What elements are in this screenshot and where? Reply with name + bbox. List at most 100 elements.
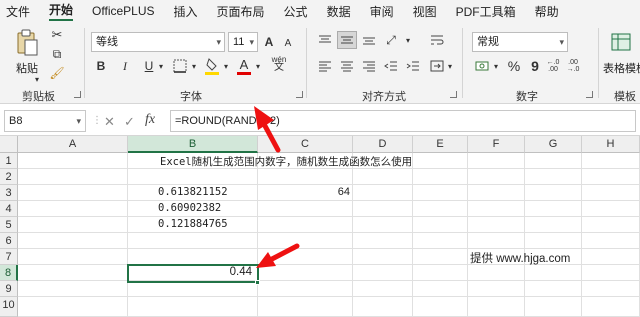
grid-cell[interactable]: [258, 217, 353, 233]
grid-cell[interactable]: [413, 153, 468, 169]
font-color-dropdown-icon[interactable]: ▾: [254, 60, 262, 72]
grid-cell[interactable]: [258, 233, 353, 249]
grid-cell[interactable]: [18, 297, 128, 317]
borders-dropdown-icon[interactable]: ▾: [190, 60, 198, 72]
grid-cell[interactable]: [468, 153, 525, 169]
grid-cell[interactable]: [582, 185, 640, 201]
menu-insert[interactable]: 插入: [174, 3, 198, 20]
format-painter-icon[interactable]: 🖌: [49, 66, 64, 80]
grid-cell[interactable]: [468, 297, 525, 317]
fill-color-dropdown-icon[interactable]: ▾: [222, 60, 230, 72]
grid-cell[interactable]: [582, 281, 640, 297]
copy-icon[interactable]: ⧉: [50, 47, 64, 61]
grid-cell[interactable]: [353, 169, 413, 185]
column-header-h[interactable]: H: [582, 136, 640, 153]
grid-cell[interactable]: [128, 281, 258, 297]
grid-cell[interactable]: [413, 201, 468, 217]
row-header-1[interactable]: 1: [0, 153, 18, 169]
number-launcher-icon[interactable]: [586, 91, 593, 98]
cell-b8[interactable]: 0.44: [128, 266, 252, 278]
grid-cell[interactable]: [468, 169, 525, 185]
number-format-select[interactable]: 常规 ▾: [472, 32, 568, 52]
font-size-select[interactable]: 11 ▾: [228, 32, 258, 52]
grid-cell[interactable]: [258, 297, 353, 317]
align-right-icon[interactable]: [360, 58, 378, 74]
cell-b5[interactable]: 0.121884765: [158, 218, 228, 230]
grid-cell[interactable]: [18, 217, 128, 233]
font-launcher-icon[interactable]: [296, 91, 303, 98]
row-header-8[interactable]: 8: [0, 265, 18, 281]
paste-dropdown-icon[interactable]: ▾: [32, 74, 42, 84]
grid-cell[interactable]: [582, 265, 640, 281]
grid-cell[interactable]: [582, 297, 640, 317]
grid-cell[interactable]: [582, 201, 640, 217]
row-header-4[interactable]: 4: [0, 201, 18, 217]
row-header-5[interactable]: 5: [0, 217, 18, 233]
cell-c3[interactable]: 64: [258, 186, 350, 198]
grid-cell[interactable]: [353, 281, 413, 297]
grid-cell[interactable]: [18, 201, 128, 217]
grid-cell[interactable]: [413, 185, 468, 201]
grid-cell[interactable]: [468, 217, 525, 233]
decrease-decimal-icon[interactable]: .00 →.0: [565, 58, 581, 74]
cell-b4[interactable]: 0.60902382: [158, 202, 221, 214]
menu-pdf-toolbox[interactable]: PDF工具箱: [456, 3, 516, 20]
cell-b3[interactable]: 0.613821152: [158, 186, 228, 198]
grid-cell[interactable]: [353, 217, 413, 233]
grow-font-icon[interactable]: A: [262, 34, 276, 50]
grid-cell[interactable]: [582, 249, 640, 265]
grid-cell[interactable]: [413, 265, 468, 281]
align-middle-icon[interactable]: [337, 31, 357, 49]
grid-cell[interactable]: [525, 185, 582, 201]
column-header-g[interactable]: G: [525, 136, 582, 153]
column-header-f[interactable]: F: [468, 136, 525, 153]
percent-button[interactable]: %: [506, 57, 522, 75]
grid-cell[interactable]: [258, 265, 353, 281]
align-top-icon[interactable]: [316, 32, 334, 48]
grid-cell[interactable]: [353, 201, 413, 217]
grid-cell[interactable]: [582, 153, 640, 169]
grid-cell[interactable]: [258, 169, 353, 185]
select-all-corner[interactable]: [0, 136, 18, 153]
row-header-2[interactable]: 2: [0, 169, 18, 185]
decrease-indent-icon[interactable]: [382, 58, 400, 74]
grid-cell[interactable]: [18, 169, 128, 185]
menu-officeplus[interactable]: OfficePLUS: [92, 4, 154, 18]
column-header-d[interactable]: D: [353, 136, 413, 153]
menu-data[interactable]: 数据: [327, 3, 351, 20]
increase-indent-icon[interactable]: [404, 58, 422, 74]
align-left-icon[interactable]: [316, 58, 334, 74]
grid-cell[interactable]: [258, 249, 353, 265]
menu-help[interactable]: 帮助: [535, 3, 559, 20]
insert-function-icon[interactable]: fx: [145, 112, 155, 128]
grid-cell[interactable]: [582, 233, 640, 249]
cut-icon[interactable]: ✂: [50, 27, 64, 42]
grid-cell[interactable]: [413, 233, 468, 249]
shrink-font-icon[interactable]: A: [281, 35, 295, 51]
grid-cell[interactable]: [353, 233, 413, 249]
grid-cell[interactable]: [128, 169, 258, 185]
grid-cell[interactable]: [525, 217, 582, 233]
grid-cell[interactable]: [258, 201, 353, 217]
grid-cell[interactable]: [353, 185, 413, 201]
comma-style-button[interactable]: 9: [528, 57, 542, 75]
column-header-a[interactable]: A: [18, 136, 128, 153]
grid-cell[interactable]: [18, 249, 128, 265]
underline-dropdown-icon[interactable]: ▾: [157, 60, 165, 72]
column-header-c[interactable]: C: [258, 136, 353, 153]
accounting-dropdown-icon[interactable]: ▾: [492, 60, 500, 72]
row-header-9[interactable]: 9: [0, 281, 18, 297]
grid-cell[interactable]: [128, 249, 258, 265]
underline-button[interactable]: U: [142, 59, 156, 73]
fill-color-icon[interactable]: [205, 56, 221, 72]
row-header-6[interactable]: 6: [0, 233, 18, 249]
grid-cell[interactable]: [353, 265, 413, 281]
font-color-icon[interactable]: A: [237, 56, 251, 72]
row-header-7[interactable]: 7: [0, 249, 18, 265]
grid-cell[interactable]: [525, 169, 582, 185]
grid-cell[interactable]: [258, 281, 353, 297]
align-center-icon[interactable]: [338, 58, 356, 74]
row-header-10[interactable]: 10: [0, 297, 18, 317]
align-bottom-icon[interactable]: [360, 32, 378, 48]
grid-cell[interactable]: [468, 201, 525, 217]
